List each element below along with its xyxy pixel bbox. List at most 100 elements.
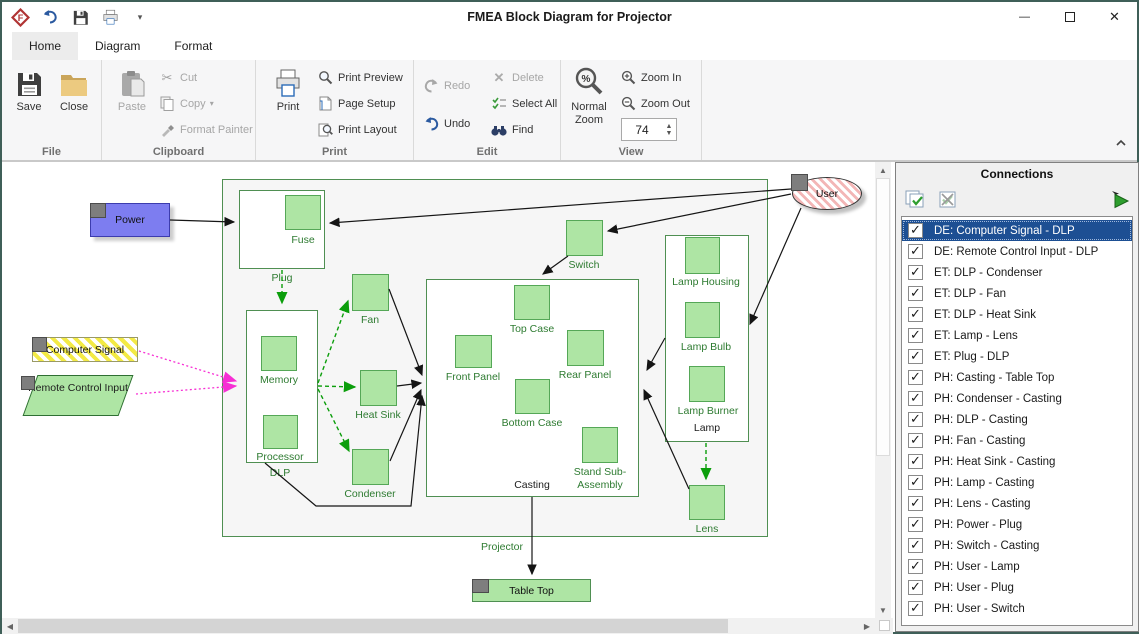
- connection-checkbox[interactable]: [908, 454, 923, 469]
- horizontal-scroll-thumb[interactable]: [18, 619, 728, 633]
- tab-format[interactable]: Format: [157, 32, 229, 60]
- node-switch[interactable]: [566, 220, 603, 256]
- connection-row[interactable]: ET: DLP - Heat Sink: [902, 304, 1132, 325]
- zoom-in-button[interactable]: Zoom In: [619, 66, 681, 89]
- spinner-arrows[interactable]: ▲▼: [662, 119, 676, 140]
- node-stand-sub-assembly[interactable]: [582, 427, 618, 463]
- undo-button[interactable]: Undo: [422, 112, 470, 135]
- connection-checkbox[interactable]: [908, 538, 923, 553]
- scroll-up-icon[interactable]: ▲: [875, 162, 891, 178]
- connection-checkbox[interactable]: [908, 412, 923, 427]
- connection-checkbox[interactable]: [908, 475, 923, 490]
- table-top-corner-handle[interactable]: [472, 579, 489, 593]
- computer-signal-corner-handle[interactable]: [32, 337, 47, 352]
- close-button[interactable]: ✕: [1092, 2, 1137, 32]
- node-lens[interactable]: [689, 485, 725, 520]
- cut-button[interactable]: ✂ Cut: [158, 66, 197, 89]
- copy-button[interactable]: Copy ▾: [158, 92, 214, 115]
- format-painter-button[interactable]: Format Painter: [158, 118, 253, 141]
- connection-checkbox[interactable]: [908, 370, 923, 385]
- close-button-ribbon[interactable]: Close: [50, 64, 98, 114]
- connection-row[interactable]: ET: Plug - DLP: [902, 346, 1132, 367]
- connection-checkbox[interactable]: [908, 496, 923, 511]
- print-preview-button[interactable]: Print Preview: [316, 66, 403, 89]
- scroll-right-icon[interactable]: ▶: [859, 618, 875, 634]
- node-heat-sink[interactable]: [360, 370, 397, 406]
- canvas-vertical-scrollbar[interactable]: ▲ ▼: [875, 162, 891, 618]
- user-corner-handle[interactable]: [791, 174, 808, 191]
- apply-connections-button[interactable]: [1108, 188, 1132, 210]
- spinner-up-icon[interactable]: ▲: [666, 123, 673, 130]
- node-top-case[interactable]: [514, 285, 550, 320]
- print-layout-button[interactable]: Print Layout: [316, 118, 397, 141]
- collapse-ribbon-icon[interactable]: [1115, 134, 1127, 152]
- connection-checkbox[interactable]: [908, 391, 923, 406]
- connection-row[interactable]: PH: DLP - Casting: [902, 409, 1132, 430]
- spinner-down-icon[interactable]: ▼: [666, 130, 673, 137]
- connection-row[interactable]: DE: Computer Signal - DLP: [902, 220, 1132, 241]
- connection-row[interactable]: PH: User - Plug: [902, 577, 1132, 598]
- save-button[interactable]: Save: [5, 64, 53, 114]
- connection-checkbox[interactable]: [908, 559, 923, 574]
- print-button[interactable]: Print: [264, 64, 312, 114]
- connection-row[interactable]: ET: DLP - Condenser: [902, 262, 1132, 283]
- normal-zoom-button[interactable]: % Normal Zoom: [565, 64, 613, 126]
- node-processor[interactable]: [263, 415, 298, 449]
- node-lamp-housing[interactable]: [685, 237, 720, 274]
- connection-row[interactable]: PH: Condenser - Casting: [902, 388, 1132, 409]
- find-button[interactable]: Find: [490, 118, 533, 141]
- connection-checkbox[interactable]: [908, 307, 923, 322]
- connection-row[interactable]: ET: Lamp - Lens: [902, 325, 1132, 346]
- canvas-horizontal-scrollbar[interactable]: ◀ ▶: [2, 618, 875, 634]
- connection-checkbox[interactable]: [908, 349, 923, 364]
- connection-row[interactable]: ET: DLP - Fan: [902, 283, 1132, 304]
- connection-checkbox[interactable]: [908, 517, 923, 532]
- connection-checkbox[interactable]: [908, 601, 923, 616]
- connections-list[interactable]: DE: Computer Signal - DLP DE: Remote Con…: [901, 216, 1133, 626]
- minimize-button[interactable]: —: [1002, 2, 1047, 32]
- delete-button[interactable]: ✕ Delete: [490, 66, 544, 89]
- redo-button[interactable]: Redo: [422, 74, 470, 97]
- connection-checkbox[interactable]: [908, 244, 923, 259]
- node-fan[interactable]: [352, 274, 389, 311]
- connection-checkbox[interactable]: [908, 265, 923, 280]
- connection-row[interactable]: PH: Casting - Table Top: [902, 367, 1132, 388]
- node-front-panel[interactable]: [455, 335, 492, 368]
- rci-corner-handle[interactable]: [21, 376, 35, 390]
- zoom-out-button[interactable]: Zoom Out: [619, 92, 690, 115]
- connection-row[interactable]: DE: Remote Control Input - DLP: [902, 241, 1132, 262]
- diagram-canvas[interactable]: Projector Fuse Plug Memory Processor DLP…: [2, 162, 893, 634]
- connection-checkbox[interactable]: [908, 580, 923, 595]
- uncheck-all-button[interactable]: [936, 188, 960, 210]
- connection-checkbox[interactable]: [908, 223, 923, 238]
- scroll-left-icon[interactable]: ◀: [2, 618, 18, 634]
- connection-checkbox[interactable]: [908, 433, 923, 448]
- node-rear-panel[interactable]: [567, 330, 604, 366]
- node-condenser[interactable]: [352, 449, 389, 485]
- tab-home[interactable]: Home: [12, 32, 78, 60]
- node-computer-signal[interactable]: Computer Signal: [32, 337, 138, 362]
- connection-row[interactable]: PH: User - Switch: [902, 598, 1132, 619]
- vertical-scroll-thumb[interactable]: [876, 178, 890, 456]
- connection-row[interactable]: PH: User - Lamp: [902, 556, 1132, 577]
- connection-row[interactable]: PH: Heat Sink - Casting: [902, 451, 1132, 472]
- connection-row[interactable]: PH: Lens - Casting: [902, 493, 1132, 514]
- scroll-down-icon[interactable]: ▼: [875, 602, 891, 618]
- node-memory[interactable]: [261, 336, 297, 371]
- page-setup-button[interactable]: Page Setup: [316, 92, 396, 115]
- connection-row[interactable]: PH: Power - Plug: [902, 514, 1132, 535]
- connection-row[interactable]: PH: Fan - Casting: [902, 430, 1132, 451]
- maximize-button[interactable]: [1047, 2, 1092, 32]
- node-bottom-case[interactable]: [515, 379, 550, 414]
- paste-button[interactable]: Paste: [108, 64, 156, 114]
- node-lamp-bulb[interactable]: [685, 302, 720, 338]
- connection-row[interactable]: PH: Switch - Casting: [902, 535, 1132, 556]
- connection-checkbox[interactable]: [908, 328, 923, 343]
- select-all-button[interactable]: Select All: [490, 92, 557, 115]
- node-lamp-burner[interactable]: [689, 366, 725, 402]
- tab-diagram[interactable]: Diagram: [78, 32, 157, 60]
- zoom-value-spinner[interactable]: 74 ▲▼: [621, 118, 677, 141]
- power-corner-handle[interactable]: [90, 203, 106, 218]
- connection-row[interactable]: PH: Lamp - Casting: [902, 472, 1132, 493]
- node-fuse[interactable]: [285, 195, 321, 230]
